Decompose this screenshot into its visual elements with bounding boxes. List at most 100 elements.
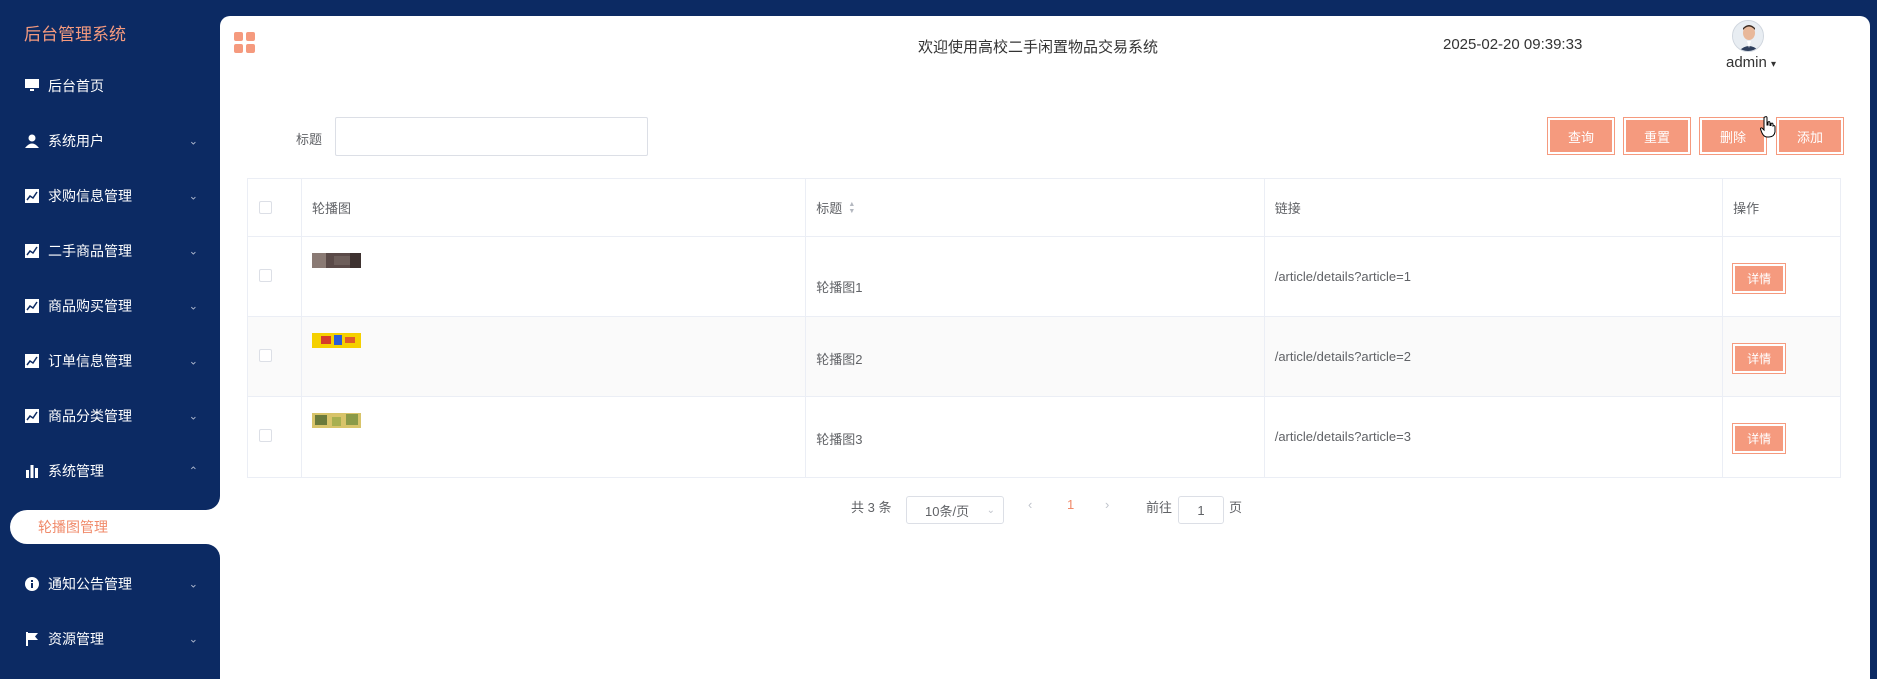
chevron-down-icon: ▾ (1771, 59, 1777, 70)
column-header-title[interactable]: 标题 ▲ ▼ (806, 179, 1265, 236)
prev-page-icon[interactable]: ‹ (1028, 497, 1032, 512)
datetime-text: 2025-02-20 09:39:33 (1443, 36, 1583, 53)
sidebar-item-label: 系统管理 (48, 462, 104, 479)
flag-icon (24, 631, 40, 647)
sidebar-item-label: 系统用户 (48, 132, 104, 149)
sidebar-item-category[interactable]: 商品分类管理 ⌄ (0, 388, 220, 443)
sidebar-item-label: 订单信息管理 (48, 352, 132, 369)
title-cell: 轮播图1 (806, 237, 1265, 316)
chart-icon (24, 353, 40, 369)
chevron-down-icon: ⌄ (188, 410, 198, 422)
bar-chart-icon (24, 463, 40, 479)
welcome-text: 欢迎使用高校二手闲置物品交易系统 (918, 39, 1159, 56)
sidebar-item-home[interactable]: 后台首页 (0, 58, 220, 113)
column-header: 轮播图 (302, 179, 807, 236)
sidebar-subitem-carousel[interactable]: 轮播图管理 (10, 510, 220, 544)
header: 欢迎使用高校二手闲置物品交易系统 2025-02-20 09:39:33 adm… (220, 16, 1870, 76)
link-cell: /article/details?article=1 (1265, 237, 1724, 316)
row-title: 轮播图1 (816, 280, 863, 295)
row-title: 轮播图3 (816, 432, 863, 447)
sidebar-item-notice[interactable]: 通知公告管理 ⌄ (0, 556, 220, 611)
chart-icon (24, 188, 40, 204)
delete-button[interactable]: 删除 (1699, 117, 1767, 155)
page-size-select[interactable]: 10条/页 ⌄ (906, 496, 1004, 524)
table-row: 轮播图2 /article/details?article=2 详情 (248, 317, 1840, 397)
chart-icon (24, 243, 40, 259)
chart-icon (24, 408, 40, 424)
sidebar-item-label: 资源管理 (48, 630, 104, 647)
carousel-thumbnail[interactable] (311, 253, 361, 268)
reset-button[interactable]: 重置 (1623, 117, 1691, 155)
column-header: 链接 (1265, 179, 1724, 236)
page-number-current[interactable]: 1 (1067, 497, 1074, 512)
link-cell: /article/details?article=3 (1265, 397, 1724, 477)
carousel-thumbnail[interactable] (311, 333, 361, 348)
column-header-label: 标题 (816, 201, 843, 216)
link-cell: /article/details?article=2 (1265, 317, 1724, 396)
sidebar-item-label: 后台首页 (48, 77, 104, 94)
chevron-down-icon: ⌄ (188, 355, 198, 367)
next-page-icon[interactable]: › (1105, 497, 1109, 512)
search-label: 标题 (296, 132, 323, 147)
sidebar-item-orders[interactable]: 订单信息管理 ⌄ (0, 333, 220, 388)
chevron-down-icon: ⌄ (188, 633, 198, 645)
query-button[interactable]: 查询 (1547, 117, 1615, 155)
carousel-image-cell (302, 397, 807, 477)
sort-icon[interactable]: ▲ ▼ (848, 201, 855, 215)
chevron-down-icon: ⌄ (188, 578, 198, 590)
row-checkbox[interactable] (259, 269, 272, 282)
carousel-image-cell (302, 237, 807, 316)
carousel-image-cell (302, 317, 807, 396)
select-cell (248, 237, 302, 316)
user-name: admin (1726, 54, 1767, 71)
chart-icon (24, 298, 40, 314)
row-checkbox[interactable] (259, 349, 272, 362)
table-header: 轮播图 标题 ▲ ▼ 链接 操作 (248, 179, 1840, 237)
pagination-total: 共 3 条 (851, 500, 892, 515)
row-checkbox[interactable] (259, 429, 272, 442)
carousel-table: 轮播图 标题 ▲▼ 链接 操作 轮播图1 /article/details?a (247, 178, 1841, 478)
table-row: 轮播图3 /article/details?article=3 详情 (248, 397, 1840, 477)
action-cell: 详情 (1723, 237, 1840, 316)
monitor-icon (24, 78, 40, 94)
avatar[interactable] (1732, 20, 1764, 52)
grid-menu-icon[interactable] (234, 32, 256, 54)
action-cell: 详情 (1723, 397, 1840, 477)
sidebar-item-purchase[interactable]: 商品购买管理 ⌄ (0, 278, 220, 333)
row-link: /article/details?article=2 (1274, 349, 1411, 364)
detail-button[interactable]: 详情 (1732, 343, 1787, 374)
hand-cursor-icon (1760, 116, 1776, 138)
detail-button[interactable]: 详情 (1732, 263, 1787, 294)
select-all-cell (248, 179, 302, 236)
sidebar-item-purchase-info[interactable]: 求购信息管理 ⌄ (0, 168, 220, 223)
row-title: 轮播图2 (816, 352, 863, 367)
user-menu[interactable]: admin ▾ (1726, 54, 1776, 71)
sidebar-item-resources[interactable]: 资源管理 ⌄ (0, 611, 220, 666)
sidebar-item-label: 商品购买管理 (48, 297, 132, 314)
table-row: 轮播图1 /article/details?article=1 详情 (248, 237, 1840, 317)
goto-page-input[interactable] (1178, 496, 1224, 524)
detail-button[interactable]: 详情 (1732, 423, 1787, 454)
add-button[interactable]: 添加 (1776, 117, 1844, 155)
chevron-down-icon: ⌄ (188, 300, 198, 312)
row-link: /article/details?article=1 (1274, 269, 1411, 284)
info-icon (24, 576, 40, 592)
goto-prefix: 前往 (1146, 500, 1173, 515)
sidebar-item-label: 求购信息管理 (48, 187, 132, 204)
sidebar-item-system[interactable]: 系统管理 ⌃ (0, 443, 220, 498)
title-search-input[interactable] (335, 117, 648, 156)
column-header: 操作 (1733, 201, 1760, 216)
sidebar-item-label: 通知公告管理 (48, 575, 132, 592)
chevron-down-icon: ⌄ (188, 245, 198, 257)
page-size-value: 10条/页 (925, 503, 970, 519)
sidebar-item-secondhand[interactable]: 二手商品管理 ⌄ (0, 223, 220, 278)
submenu-curve-top (200, 496, 220, 510)
select-all-checkbox[interactable] (259, 201, 272, 214)
select-cell (248, 317, 302, 396)
main-panel: 欢迎使用高校二手闲置物品交易系统 2025-02-20 09:39:33 adm… (220, 16, 1870, 679)
carousel-thumbnail[interactable] (311, 413, 361, 428)
select-cell (248, 397, 302, 477)
chevron-up-icon: ⌃ (188, 465, 198, 477)
row-link: /article/details?article=3 (1274, 429, 1411, 444)
sidebar-item-system-users[interactable]: 系统用户 ⌄ (0, 113, 220, 168)
